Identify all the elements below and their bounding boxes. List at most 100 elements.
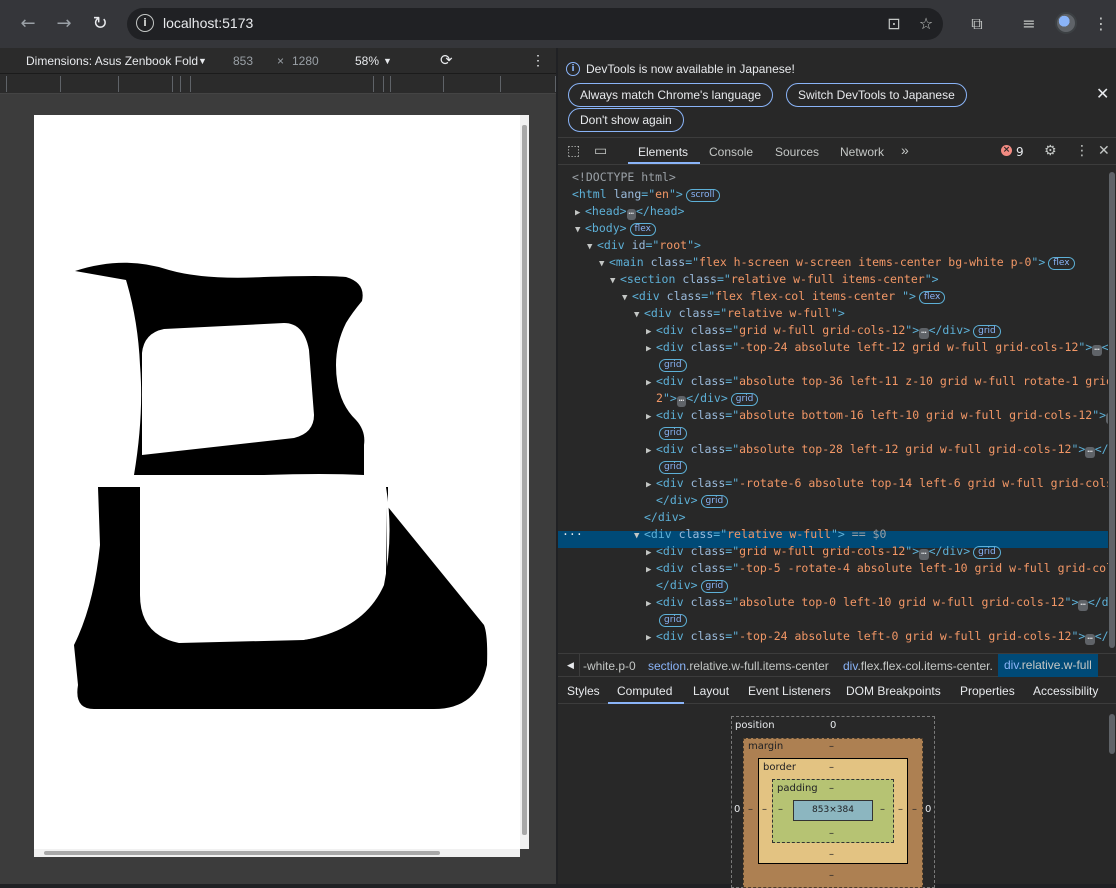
tree-node-close[interactable]: </div> [644,509,686,526]
translate-icon[interactable]: ⊡ [883,13,905,35]
tab-console[interactable]: Console [709,145,753,159]
language-infobar: i DevTools is now available in Japanese!… [558,48,1116,138]
tree-node[interactable]: ▶ <div class="-top-5 -rotate-4 absolute l… [646,560,1108,577]
url-text[interactable]: localhost:5173 [163,15,253,31]
tree-node[interactable]: ▼ <div class="relative w-full"> [634,305,845,322]
padding-left-value[interactable]: – [778,804,783,815]
viewport-horizontal-scrollbar[interactable] [34,849,520,857]
position-left-value[interactable]: 0 [734,804,740,815]
padding-top-value[interactable]: – [829,783,834,794]
border-label: border [763,762,797,773]
position-right-value[interactable]: 0 [925,804,931,815]
computed-scrollbar[interactable] [1108,704,1116,884]
tree-node[interactable]: ▼ <body> flex [575,220,656,237]
device-toolbar: Dimensions: Asus Zenbook Fold ▼ 853 × 12… [0,48,556,74]
width-input[interactable]: 853 [233,54,253,68]
tab-computed[interactable]: Computed [617,684,672,698]
back-icon[interactable]: ← [16,12,40,36]
tree-node[interactable]: ▶ <div class="absolute top-36 left-11 z-1… [646,373,1108,390]
media-controls-icon[interactable]: ≡ [1018,13,1040,35]
media-query-ruler [0,74,556,94]
tree-node[interactable]: ▶ <div class="absolute top-28 left-12 gri… [646,441,1108,458]
node-actions-icon[interactable]: ··· [562,526,583,543]
tree-node-continued: 2">… </div> grid [656,390,759,407]
tab-layout[interactable]: Layout [693,684,729,698]
border-bottom-value[interactable]: – [829,849,834,860]
site-info-icon[interactable]: i [136,14,154,32]
tab-event-listeners[interactable]: Event Listeners [748,684,831,698]
border-top-value[interactable]: – [829,762,834,773]
tab-accessibility[interactable]: Accessibility [1033,684,1098,698]
tree-node[interactable]: <!DOCTYPE html> [572,169,676,186]
always-match-language-button[interactable]: Always match Chrome's language [568,83,774,107]
tree-node[interactable]: ▶ <div class="absolute top-0 left-10 grid… [646,594,1108,611]
viewport-vertical-scrollbar[interactable] [520,115,529,849]
margin-top-value[interactable]: – [829,741,834,752]
tree-node[interactable]: ▶ <div class="absolute bottom-16 left-10 … [646,407,1108,424]
inspect-element-icon[interactable]: ⬚ [567,143,580,159]
tab-network[interactable]: Network [840,145,884,159]
padding-bottom-value[interactable]: – [829,828,834,839]
position-value[interactable]: 0 [830,720,836,731]
tree-node[interactable]: ▶ <div class="grid w-full grid-cols-12">…… [646,322,1001,339]
padding-right-value[interactable]: – [880,804,885,815]
error-icon[interactable]: × [1001,145,1012,156]
tree-node[interactable]: ▶ <head>… </head> [575,203,684,220]
zoom-dropdown[interactable]: 58% [355,54,379,68]
device-more-icon[interactable]: ⋮ [531,52,545,69]
tree-node[interactable]: ▼ <div class="flex flex-col items-center … [622,288,946,305]
computed-pane: position 0 0 0 margin – – – – border – –… [558,704,1116,888]
breadcrumb-item[interactable]: section.relative.w-full.items-center [648,659,829,673]
forward-icon[interactable]: → [52,12,76,36]
tab-sources[interactable]: Sources [775,145,819,159]
elements-scrollbar[interactable] [1108,166,1116,650]
chevron-down-icon[interactable]: ▼ [198,56,207,66]
bookmark-star-icon[interactable]: ☆ [915,13,937,35]
border-left-value[interactable]: – [762,804,767,815]
switch-to-japanese-button[interactable]: Switch DevTools to Japanese [786,83,967,107]
tab-elements[interactable]: Elements [638,145,688,159]
more-tabs-icon[interactable]: » [901,142,909,158]
rotate-icon[interactable]: ⟳ [440,51,453,69]
dimensions-dropdown[interactable]: Dimensions: Asus Zenbook Fold [26,54,198,68]
letter-e-artwork [74,262,488,709]
extensions-icon[interactable]: ⧉ [966,13,988,35]
tree-node[interactable]: ▶ <div class="-top-24 absolute left-0 gri… [646,628,1108,645]
dont-show-again-button[interactable]: Don't show again [568,108,684,132]
devtools-menu-icon[interactable]: ⋮ [1075,143,1089,159]
tree-node-selected[interactable]: ▼ <div class="relative w-full"> == $0 [634,526,886,543]
chevron-down-icon[interactable]: ▼ [383,56,392,66]
close-infobar-icon[interactable]: ✕ [1096,84,1109,103]
border-right-value[interactable]: – [898,804,903,815]
tab-styles[interactable]: Styles [567,684,600,698]
device-toggle-icon[interactable]: ▭ [594,143,607,159]
breadcrumb-scroll-left-icon[interactable]: ◀ [562,654,580,676]
tree-node[interactable]: ▼ <div id="root"> [587,237,701,254]
settings-gear-icon[interactable]: ⚙ [1044,143,1057,159]
reload-icon[interactable]: ↻ [88,12,112,36]
breadcrumb-item[interactable]: div.flex.flex-col.items-center. [843,659,993,673]
breadcrumb-item-current[interactable]: div.relative.w-full [998,654,1098,677]
tree-node[interactable]: ▶ <div class="grid w-full grid-cols-12">…… [646,543,1001,560]
tree-node[interactable]: ▶ <div class="-rotate-6 absolute top-14 l… [646,475,1108,492]
error-count[interactable]: 9 [1016,145,1024,159]
tree-node[interactable]: <html lang="en"> scroll [572,186,720,203]
close-devtools-icon[interactable]: ✕ [1098,143,1110,159]
margin-right-value[interactable]: – [912,804,917,815]
tab-dom-breakpoints[interactable]: DOM Breakpoints [846,684,941,698]
chrome-menu-icon[interactable]: ⋮ [1090,13,1112,35]
box-model-content-size[interactable]: 853×384 [793,800,873,821]
elements-tree: <!DOCTYPE html> <html lang="en"> scroll ▶… [558,166,1108,650]
padding-label: padding [777,783,818,794]
breadcrumb-item[interactable]: -white.p-0 [583,659,636,673]
tree-node[interactable]: ▼ <main class="flex h-screen w-screen ite… [599,254,1075,271]
margin-left-value[interactable]: – [748,804,753,815]
height-input[interactable]: 1280 [292,54,319,68]
profile-avatar[interactable] [1055,12,1077,34]
tree-node[interactable]: ▼ <section class="relative w-full items-c… [610,271,939,288]
tab-properties[interactable]: Properties [960,684,1015,698]
sidebar-tabs: Styles Computed Layout Event Listeners D… [558,678,1116,704]
tree-node[interactable]: ▶ <div class="-top-24 absolute left-12 gr… [646,339,1108,356]
emulated-viewport [34,115,520,849]
margin-bottom-value[interactable]: – [829,870,834,881]
